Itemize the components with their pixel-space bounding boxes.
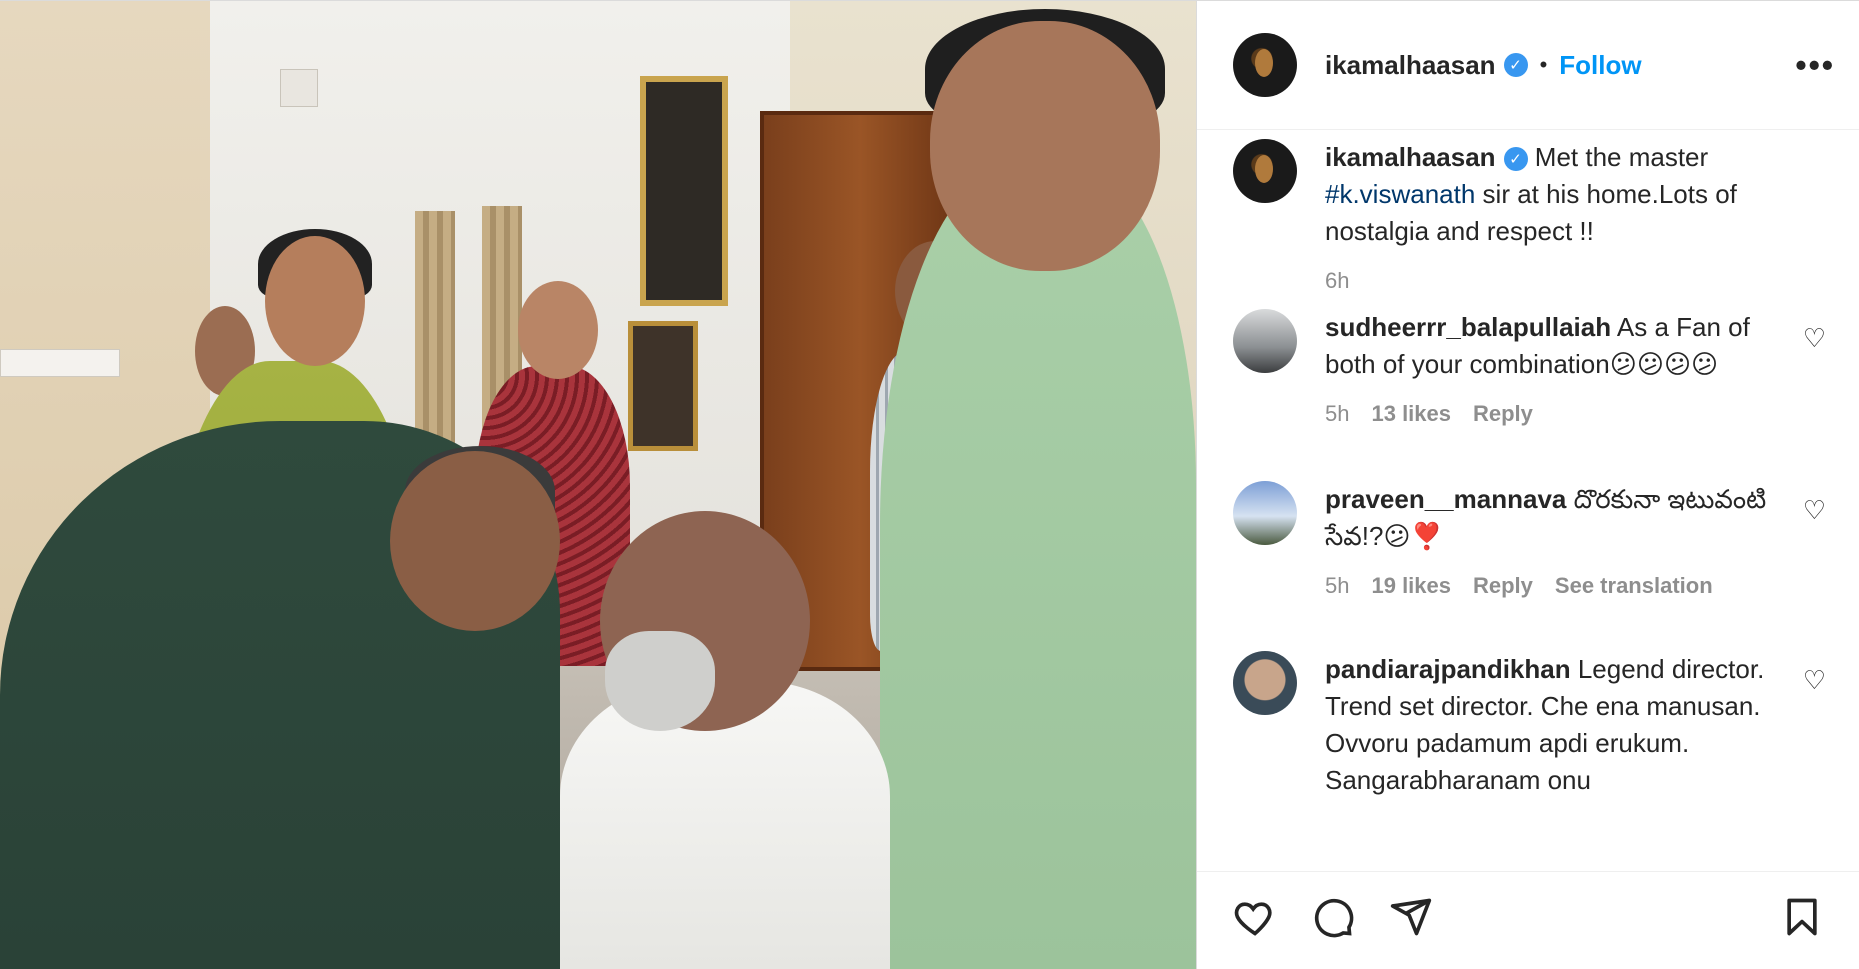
share-icon[interactable]: [1389, 895, 1433, 947]
photo-wall-lamp: [280, 69, 318, 107]
verified-badge-icon: ✓: [1503, 53, 1528, 77]
likes-count[interactable]: 19 likes: [1371, 567, 1451, 604]
post-header: ikamalhaasan ✓ • Follow •••: [1197, 1, 1859, 130]
comment-item: pandiarajpandikhan Legend director. Tren…: [1197, 651, 1859, 799]
avatar[interactable]: [1233, 651, 1297, 715]
likes-count[interactable]: 13 likes: [1371, 395, 1451, 432]
comment-icon[interactable]: [1311, 895, 1355, 947]
post-caption: ikamalhaasan ✓ Met the master #k.viswanat…: [1197, 139, 1859, 299]
comments-fade: [1197, 851, 1859, 871]
timestamp[interactable]: 5h: [1325, 395, 1349, 432]
comment-body: pandiarajpandikhan Legend director. Tren…: [1325, 651, 1785, 799]
instagram-post: ikamalhaasan ✓ • Follow ••• ikamalhaasan…: [0, 0, 1859, 969]
timestamp[interactable]: 6h: [1325, 262, 1349, 299]
reply-button[interactable]: Reply: [1473, 567, 1533, 604]
avatar[interactable]: [1233, 33, 1297, 97]
photo-wall-portrait: [628, 321, 698, 451]
post-photo[interactable]: [0, 1, 1196, 969]
heart-icon[interactable]: ♡: [1803, 495, 1826, 526]
caption-body: ikamalhaasan ✓ Met the master #k.viswanat…: [1325, 139, 1785, 299]
avatar[interactable]: [1233, 309, 1297, 373]
photo-person-head: [390, 451, 560, 631]
comment-username[interactable]: pandiarajpandikhan: [1325, 654, 1571, 684]
photo-person-beard: [605, 631, 715, 731]
header-username[interactable]: ikamalhaasan: [1325, 50, 1496, 81]
hashtag-link[interactable]: #k.viswanath: [1325, 179, 1475, 209]
heart-icon[interactable]: [1233, 895, 1277, 947]
photo-person: [880, 161, 1196, 969]
photo-person-head: [930, 21, 1160, 271]
comment-username[interactable]: praveen__mannava: [1325, 484, 1566, 514]
avatar[interactable]: [1233, 481, 1297, 545]
caption-meta: 6h: [1325, 262, 1785, 299]
caption-text: Met the master: [1527, 142, 1709, 172]
caption-username[interactable]: ikamalhaasan: [1325, 142, 1496, 172]
comment-username[interactable]: sudheerrr_balapullaiah: [1325, 312, 1611, 342]
comments-list[interactable]: ikamalhaasan ✓ Met the master #k.viswanat…: [1197, 131, 1859, 871]
comment-item: sudheerrr_balapullaiah As a Fan of both …: [1197, 309, 1859, 432]
heart-icon[interactable]: ♡: [1803, 665, 1826, 696]
comment-meta: 5h 13 likes Reply: [1325, 395, 1785, 432]
heart-icon[interactable]: ♡: [1803, 323, 1826, 354]
photo-person-head: [265, 236, 365, 366]
verified-badge-icon: ✓: [1503, 147, 1528, 172]
comment-meta: 5h 19 likes Reply See translation: [1325, 567, 1785, 604]
photo-wall-portrait: [640, 76, 728, 306]
see-translation-button[interactable]: See translation: [1555, 567, 1713, 604]
comment-item: praveen__mannava దొరకునా ఇటువంటి సేవ!?😕❣…: [1197, 481, 1859, 604]
follow-button[interactable]: Follow: [1559, 50, 1641, 81]
post-actions: [1197, 871, 1859, 969]
separator-dot: •: [1539, 52, 1548, 77]
bookmark-icon[interactable]: [1780, 895, 1824, 947]
more-options-icon[interactable]: •••: [1795, 47, 1835, 84]
photo-person-head: [518, 281, 598, 379]
comment-body: praveen__mannava దొరకునా ఇటువంటి సేవ!?😕❣…: [1325, 481, 1785, 604]
comment-body: sudheerrr_balapullaiah As a Fan of both …: [1325, 309, 1785, 432]
avatar[interactable]: [1233, 139, 1297, 203]
photo-switchboard: [0, 349, 120, 377]
reply-button[interactable]: Reply: [1473, 395, 1533, 432]
timestamp[interactable]: 5h: [1325, 567, 1349, 604]
post-side-panel: ikamalhaasan ✓ • Follow ••• ikamalhaasan…: [1196, 1, 1859, 969]
